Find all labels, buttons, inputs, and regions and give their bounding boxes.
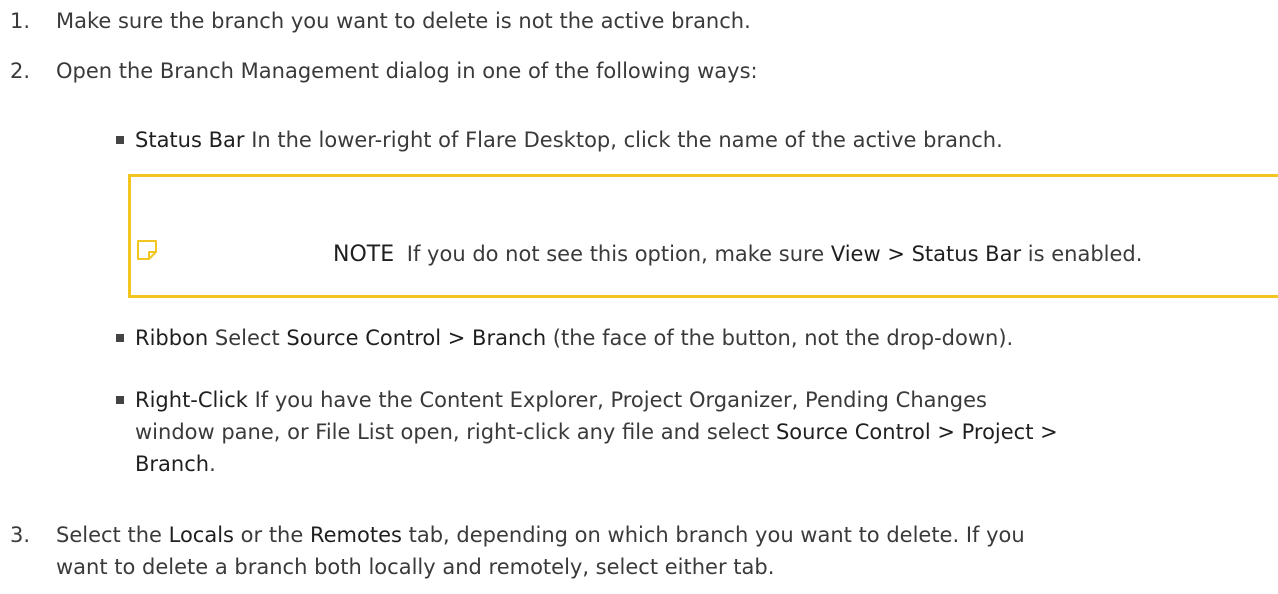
bullet-ribbon-text-a: Select bbox=[208, 326, 287, 350]
bullet-right-click: Right-Click If you have the Content Expl… bbox=[116, 384, 1266, 416]
bullet-status-bar: Status Bar In the lower-right of Flare D… bbox=[116, 124, 1266, 156]
bullet-ribbon-path: Source Control > Branch bbox=[286, 326, 547, 350]
bullet-right-click-text-c: . bbox=[209, 452, 216, 476]
bullet-ribbon-term: Ribbon bbox=[135, 326, 209, 350]
step-2-text: Open the Branch Management dialog in one… bbox=[56, 59, 758, 83]
step-3-remotes: Remotes bbox=[309, 523, 402, 547]
bullet-right-click-text-b: window pane, or File List open, right-cl… bbox=[135, 420, 776, 444]
step-2: 2. Open the Branch Management dialog in o… bbox=[10, 54, 1265, 88]
note-text-b: is enabled. bbox=[1021, 242, 1143, 266]
step-3-locals: Locals bbox=[168, 523, 234, 547]
procedure-document: 1. Make sure the branch you want to delet… bbox=[0, 0, 1278, 594]
step-3-number: 3. bbox=[10, 523, 31, 547]
note-label: NOTE bbox=[333, 242, 395, 267]
bullet-marker bbox=[116, 334, 124, 342]
step-1-number: 1. bbox=[10, 9, 31, 33]
step-3-continuation: want to delete a branch both locally and… bbox=[56, 551, 774, 584]
step-1: 1. Make sure the branch you want to delet… bbox=[10, 4, 1265, 38]
bullet-status-bar-desc: In the lower-right of Flare Desktop, cli… bbox=[244, 128, 1003, 152]
bullet-right-click-line-2: window pane, or File List open, right-cl… bbox=[135, 416, 1266, 448]
bullet-right-click-text-a: If you have the Content Explorer, Projec… bbox=[247, 388, 987, 412]
step-3-text-b: or the bbox=[233, 523, 310, 547]
step-3: 3. Select the Locals or the Remotes tab, … bbox=[10, 518, 1265, 552]
bullet-marker bbox=[116, 396, 124, 404]
step-3-text-d: want to delete a branch both locally and… bbox=[56, 555, 775, 579]
note-callout bbox=[128, 174, 1278, 298]
bullet-marker bbox=[116, 136, 124, 144]
bullet-right-click-term: Right-Click bbox=[135, 388, 248, 412]
step-3-text-c: tab, depending on which branch you want … bbox=[401, 523, 1025, 547]
note-icon bbox=[136, 239, 157, 260]
bullet-right-click-line-3: Branch. bbox=[135, 448, 1266, 480]
step-3-text-a: Select the bbox=[56, 523, 169, 547]
bullet-ribbon-text-b: (the face of the button, not the drop-do… bbox=[546, 326, 1014, 350]
bullet-right-click-path-b: Branch bbox=[135, 452, 210, 476]
bullet-right-click-path-a: Source Control > Project > bbox=[775, 420, 1058, 444]
bullet-right-click-line-1: Right-Click If you have the Content Expl… bbox=[135, 384, 1266, 416]
note-text-a: If you do not see this option, make sure bbox=[400, 242, 831, 266]
note-menu-path: View > Status Bar bbox=[830, 242, 1022, 266]
step-1-text: Make sure the branch you want to delete … bbox=[56, 9, 751, 33]
bullet-right-click-continuation-2: Branch. bbox=[116, 448, 1266, 480]
note-icon-graphic bbox=[137, 240, 157, 260]
bullet-right-click-continuation: window pane, or File List open, right-cl… bbox=[116, 416, 1266, 448]
step-2-number: 2. bbox=[10, 59, 31, 83]
bullet-status-bar-term: Status Bar bbox=[135, 128, 245, 152]
bullet-ribbon: Ribbon Select Source Control > Branch (t… bbox=[116, 322, 1266, 354]
bullet-status-bar-text: Status Bar In the lower-right of Flare D… bbox=[135, 124, 1266, 156]
note-text: NOTE If you do not see this option, make… bbox=[333, 238, 1142, 271]
bullet-ribbon-text: Ribbon Select Source Control > Branch (t… bbox=[135, 322, 1266, 354]
